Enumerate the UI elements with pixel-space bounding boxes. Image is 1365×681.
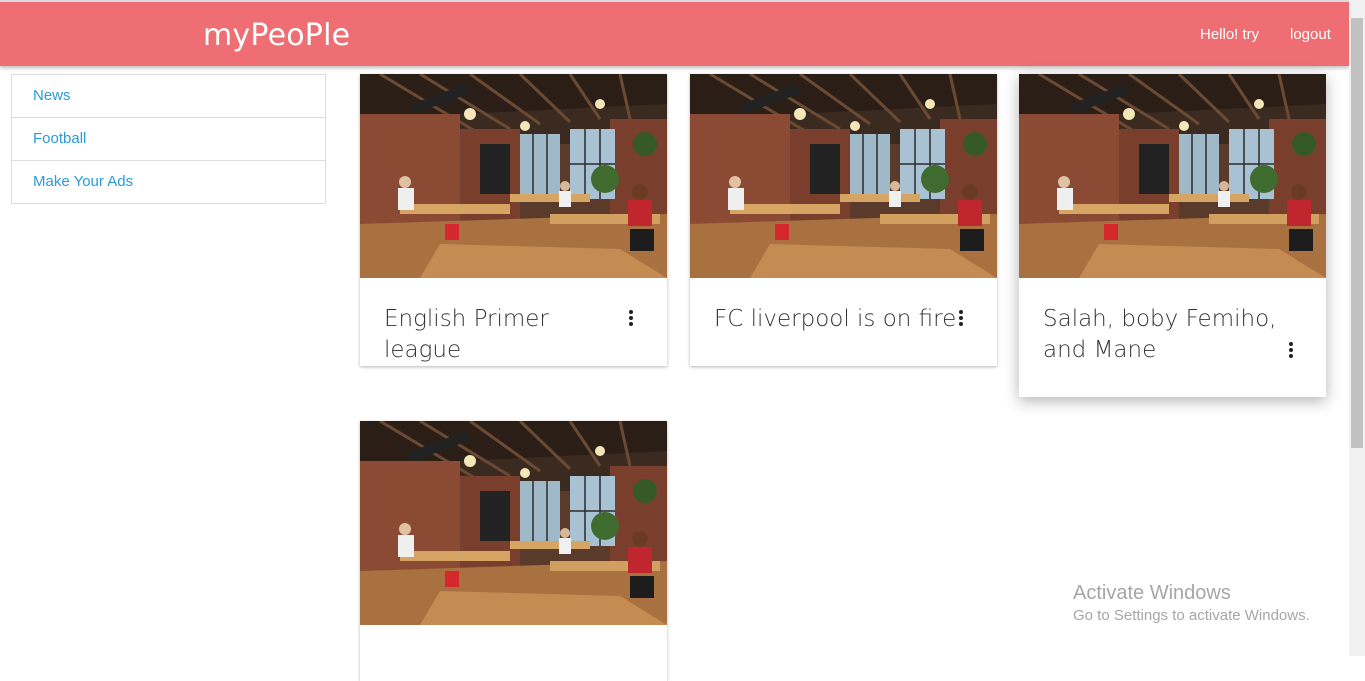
card-image xyxy=(360,421,667,625)
sidebar-item-make-your-ads[interactable]: Make Your Ads xyxy=(12,161,325,203)
news-card[interactable]: English Primer league xyxy=(360,74,667,366)
scrollbar-thumb[interactable] xyxy=(1351,18,1363,448)
card-title: Salah, boby Femiho, and Mane xyxy=(1043,306,1277,363)
logout-link[interactable]: logout xyxy=(1290,26,1331,43)
brand-logo[interactable]: myPeoPle xyxy=(203,18,350,53)
more-vert-icon[interactable] xyxy=(956,310,966,330)
sidebar-menu: News Football Make Your Ads xyxy=(11,74,326,204)
card-image xyxy=(360,74,667,278)
news-card[interactable]: Salah, boby Femiho, and Mane xyxy=(1019,74,1326,397)
news-card[interactable]: FC liverpool is on fire xyxy=(690,74,997,366)
activate-windows-title: Activate Windows xyxy=(1073,582,1231,604)
user-greeting-link[interactable]: Hello! try xyxy=(1200,26,1259,43)
card-title: English Primer league xyxy=(384,306,549,363)
card-image xyxy=(690,74,997,278)
more-vert-icon[interactable] xyxy=(626,310,636,330)
sidebar-item-football[interactable]: Football xyxy=(12,118,325,161)
card-image xyxy=(1019,74,1326,278)
sidebar-item-news[interactable]: News xyxy=(12,75,325,118)
top-navbar: myPeoPle Hello! try logout xyxy=(0,0,1349,66)
more-vert-icon[interactable] xyxy=(1286,342,1296,362)
card-title: FC liverpool is on fire xyxy=(714,306,957,332)
activate-windows-subtitle: Go to Settings to activate Windows. xyxy=(1073,607,1310,624)
news-card[interactable] xyxy=(360,421,667,681)
